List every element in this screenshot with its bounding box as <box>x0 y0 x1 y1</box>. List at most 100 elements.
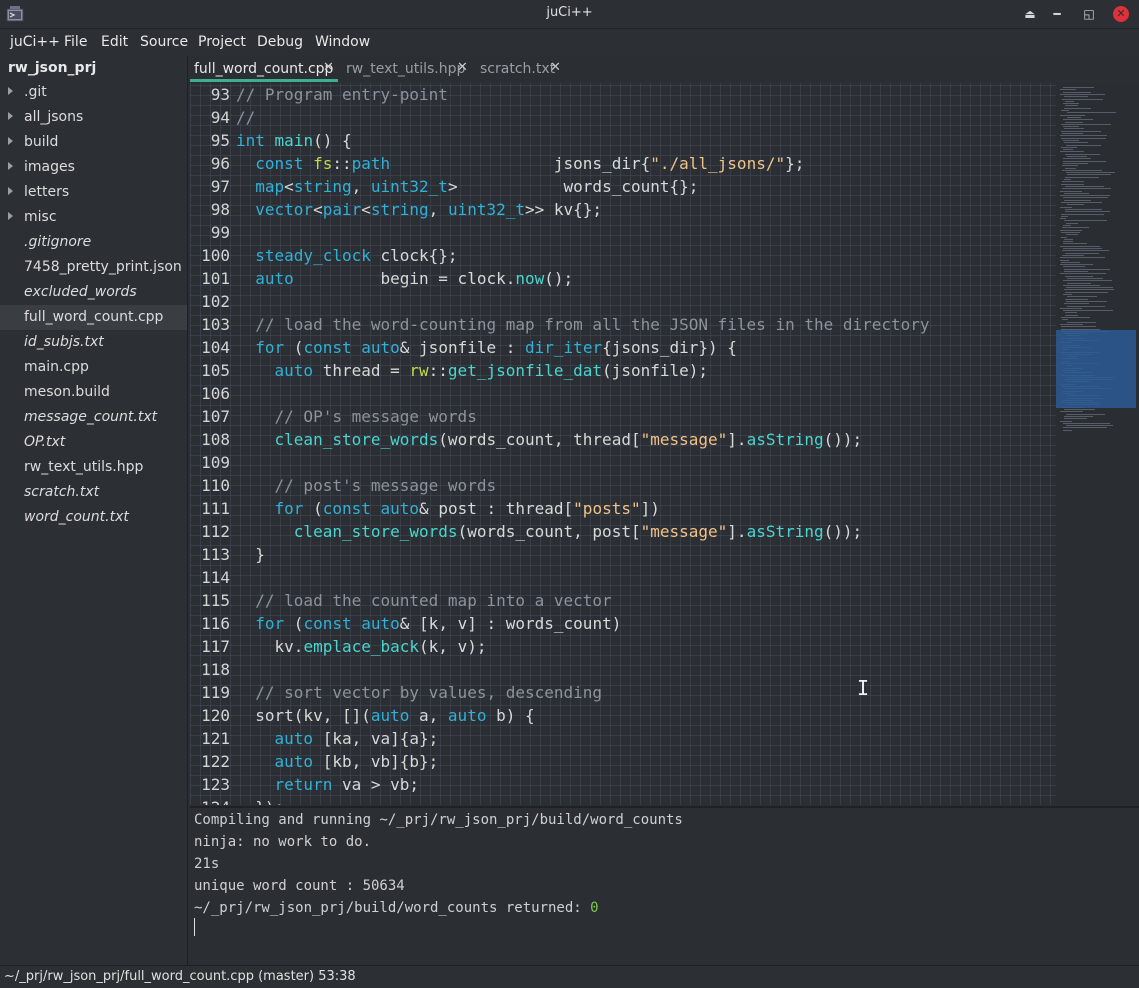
tree-file[interactable]: rw_text_utils.hpp <box>0 455 187 480</box>
code-line[interactable]: 101 auto begin = clock.now(); <box>190 267 1056 290</box>
code-token: > words_count{}; <box>447 177 699 196</box>
code-line[interactable]: 113 } <box>190 543 1056 566</box>
code-line[interactable]: 105 auto thread = rw::get_jsonfile_dat(j… <box>190 359 1056 382</box>
code-line[interactable]: 124 }); <box>190 796 1056 805</box>
code-line[interactable]: 118 <box>190 658 1056 681</box>
code-line[interactable]: 123 return va > vb; <box>190 773 1056 796</box>
code-line[interactable]: 98 vector<pair<string, uint32_t>> kv{}; <box>190 198 1056 221</box>
minimap-line <box>1065 298 1088 300</box>
close-tab-icon[interactable]: ✕ <box>457 60 468 75</box>
close-icon[interactable]: ✕ <box>1113 6 1129 22</box>
tree-folder[interactable]: misc <box>0 205 187 230</box>
code-line[interactable]: 100 steady_clock clock{}; <box>190 244 1056 267</box>
tree-file[interactable]: word_count.txt <box>0 505 187 530</box>
tab-rw-text-utils[interactable]: rw_text_utils.hpp ✕ <box>342 56 472 82</box>
code-line[interactable]: 93 // Program entry-point <box>190 83 1056 106</box>
expand-arrow-icon[interactable] <box>8 137 13 145</box>
code-line[interactable]: 99 <box>190 221 1056 244</box>
code-line[interactable]: 106 <box>190 382 1056 405</box>
minimap-line <box>1065 153 1100 155</box>
code-line[interactable]: 115 // load the counted map into a vecto… <box>190 589 1056 612</box>
code-line[interactable]: 104 for (const auto& jsonfile : dir_iter… <box>190 336 1056 359</box>
code-minimap[interactable] <box>1056 83 1139 805</box>
tree-item-label: misc <box>24 209 57 225</box>
tree-file[interactable]: OP.txt <box>0 430 187 455</box>
tree-file[interactable]: message_count.txt <box>0 405 187 430</box>
code-line[interactable]: 117 kv.emplace_back(k, v); <box>190 635 1056 658</box>
tree-item-label: build <box>24 134 59 150</box>
terminal-panel[interactable]: Compiling and running ~/_prj/rw_json_prj… <box>190 806 1139 967</box>
tree-item-label: meson.build <box>24 384 110 400</box>
minimap-line <box>1062 181 1084 183</box>
close-tab-icon[interactable]: ✕ <box>550 60 561 75</box>
tree-file[interactable]: full_word_count.cpp <box>0 305 187 330</box>
tree-file[interactable]: 7458_pretty_print.json <box>0 255 187 280</box>
code-token: thread = <box>313 361 410 380</box>
menu-file[interactable]: File <box>64 34 87 50</box>
line-number: 93 <box>210 85 230 104</box>
code-line[interactable]: 114 <box>190 566 1056 589</box>
tree-folder[interactable]: .git <box>0 80 187 105</box>
code-line[interactable]: 107 // OP's message words <box>190 405 1056 428</box>
code-line[interactable]: 121 auto [ka, va]{a}; <box>190 727 1056 750</box>
project-title: rw_json_prj <box>8 60 97 76</box>
tree-folder[interactable]: all_jsons <box>0 105 187 130</box>
menu-source[interactable]: Source <box>140 34 188 50</box>
expand-arrow-icon[interactable] <box>8 162 13 170</box>
code-line[interactable]: 110 // post's message words <box>190 474 1056 497</box>
tree-folder[interactable]: images <box>0 155 187 180</box>
code-line[interactable]: 96 const fs::path jsons_dir{"./all_jsons… <box>190 152 1056 175</box>
expand-arrow-icon[interactable] <box>8 112 13 120</box>
code-token: // <box>236 108 256 127</box>
menu-project[interactable]: Project <box>198 34 246 50</box>
tree-file[interactable]: main.cpp <box>0 355 187 380</box>
code-line[interactable]: 116 for (const auto& [k, v] : words_coun… <box>190 612 1056 635</box>
code-token: auto <box>361 614 400 633</box>
restore-icon[interactable]: ◱ <box>1079 4 1099 24</box>
code-line[interactable]: 120 sort(kv, [](auto a, auto b) { <box>190 704 1056 727</box>
code-token: // load the counted map into a vector <box>255 591 612 610</box>
menu-jucipp[interactable]: juCi++ <box>10 34 60 50</box>
code-line[interactable]: 108 clean_store_words(words_count, threa… <box>190 428 1056 451</box>
code-line[interactable]: 103 // load the word-counting map from a… <box>190 313 1056 336</box>
code-line[interactable]: 95 int main() { <box>190 129 1056 152</box>
code-line[interactable]: 109 <box>190 451 1056 474</box>
code-token: string <box>370 200 429 219</box>
minimap-viewport[interactable] <box>1056 330 1136 408</box>
tab-full-word-count[interactable]: full_word_count.cpp ✕ <box>190 56 340 82</box>
tree-item-label: message_count.txt <box>24 409 158 425</box>
code-line[interactable]: 119 // sort vector by values, descending <box>190 681 1056 704</box>
title-bar: juCi++ ⏏ ━ ◱ ✕ <box>0 0 1139 29</box>
tree-folder[interactable]: build <box>0 130 187 155</box>
code-text: map<string, uint32_t> words_count{}; <box>236 175 698 198</box>
tree-file[interactable]: scratch.txt <box>0 480 187 505</box>
menu-debug[interactable]: Debug <box>257 34 303 50</box>
tree-file[interactable]: .gitignore <box>0 230 187 255</box>
close-tab-icon[interactable]: ✕ <box>323 60 334 75</box>
code-line[interactable]: 111 for (const auto& post : thread["post… <box>190 497 1056 520</box>
eject-icon[interactable]: ⏏ <box>1020 4 1040 24</box>
expand-arrow-icon[interactable] <box>8 187 13 195</box>
code-line[interactable]: 112 clean_store_words(words_count, post[… <box>190 520 1056 543</box>
tree-folder[interactable]: letters <box>0 180 187 205</box>
menu-window[interactable]: Window <box>315 34 370 50</box>
code-line[interactable]: 122 auto [kb, vb]{b}; <box>190 750 1056 773</box>
expand-arrow-icon[interactable] <box>8 87 13 95</box>
tree-file[interactable]: id_subjs.txt <box>0 330 187 355</box>
tab-scratch[interactable]: scratch.txt ✕ <box>476 56 566 82</box>
code-text: }); <box>236 796 284 805</box>
minimap-line <box>1066 300 1107 302</box>
code-line[interactable]: 97 map<string, uint32_t> words_count{}; <box>190 175 1056 198</box>
code-line[interactable]: 94 // <box>190 106 1056 129</box>
code-token: < <box>313 200 323 219</box>
line-number: 120 <box>201 706 230 725</box>
tree-file[interactable]: excluded_words <box>0 280 187 305</box>
expand-arrow-icon[interactable] <box>8 212 13 220</box>
code-line[interactable]: 102 <box>190 290 1056 313</box>
code-editor[interactable]: 93// Program entry-point 94//95 int main()… <box>190 83 1056 805</box>
menu-edit[interactable]: Edit <box>101 34 128 50</box>
tree-file[interactable]: meson.build <box>0 380 187 405</box>
code-token: () { <box>313 131 352 150</box>
minimize-icon[interactable]: ━ <box>1047 4 1067 24</box>
code-token: asString <box>746 430 824 449</box>
